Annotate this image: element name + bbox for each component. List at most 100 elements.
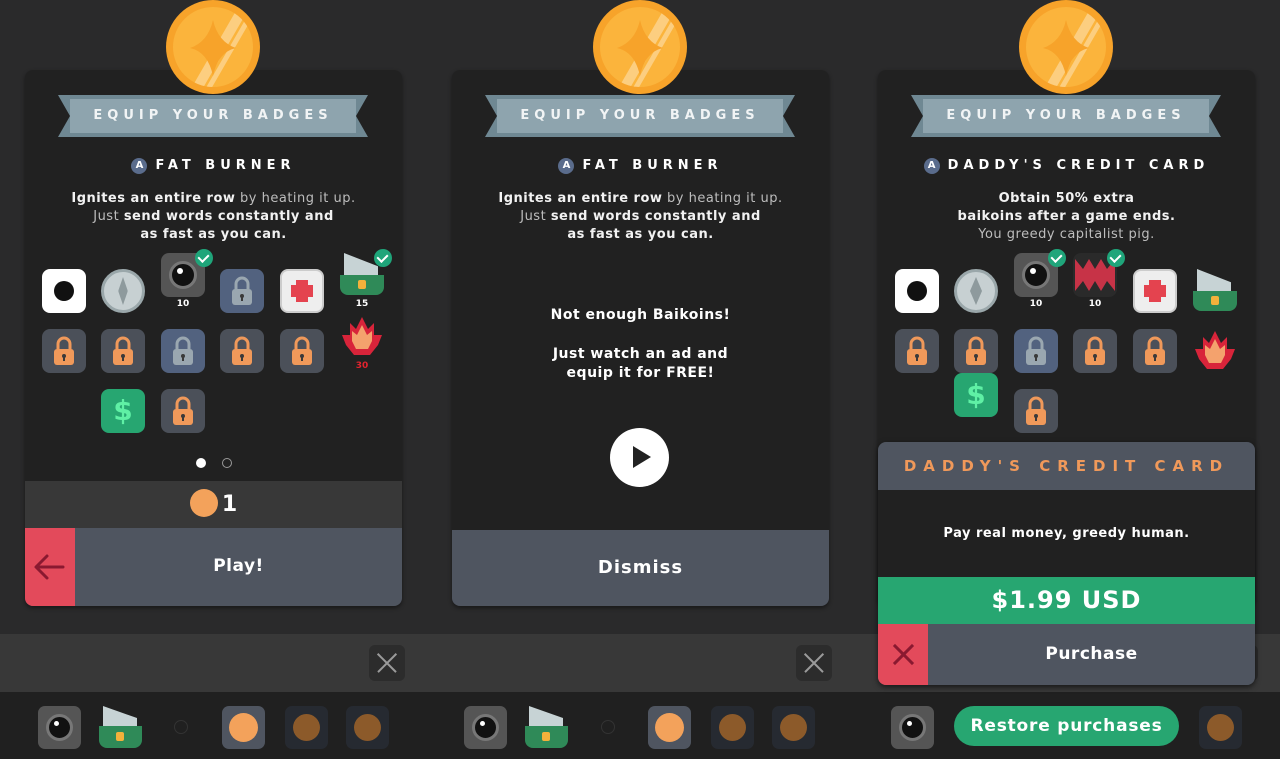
equipped-check-icon	[1048, 249, 1066, 267]
ribbon-title: EQUIP YOUR BADGES	[946, 108, 1186, 123]
lock-icon	[173, 336, 193, 365]
dollar-icon: $	[966, 378, 986, 411]
badge-fire[interactable]: 30	[340, 315, 384, 371]
badge-locked[interactable]	[42, 329, 86, 373]
badge-coin-emblem	[166, 0, 260, 94]
description-line: Just send words constantly and	[25, 208, 402, 226]
badge-coin-emblem	[1019, 0, 1113, 94]
purchase-actions: Purchase	[878, 624, 1255, 685]
restore-purchases-button[interactable]: Restore purchases	[954, 706, 1179, 746]
tray-empty-slot[interactable]	[601, 720, 615, 734]
description-segment: Obtain 50% extra	[998, 191, 1135, 206]
tray-coin[interactable]	[1199, 706, 1242, 749]
dismiss-button[interactable]: Dismiss	[452, 530, 829, 606]
badge-cost: 10	[176, 299, 190, 309]
tray-coin[interactable]	[346, 706, 389, 749]
tray-coin[interactable]	[285, 706, 328, 749]
tray-coin[interactable]	[772, 706, 815, 749]
badge-locked[interactable]	[220, 329, 264, 373]
badge-eye[interactable]: 10	[161, 249, 213, 309]
badge-dollar[interactable]: $	[954, 373, 998, 417]
badge-coin-emblem	[593, 0, 687, 94]
tray-shredder[interactable]	[99, 706, 142, 749]
badge-name: DADDY'S CREDIT CARD	[947, 158, 1210, 173]
description-line: baikoins after a game ends.	[878, 208, 1255, 226]
badge-shredder[interactable]	[1193, 269, 1237, 313]
ribbon-banner: EQUIP YOUR BADGES	[485, 95, 795, 137]
diamond-icon	[118, 277, 128, 305]
ribbon-banner: EQUIP YOUR BADGES	[911, 95, 1221, 137]
badge-locked[interactable]	[1014, 329, 1058, 373]
paper-icon	[344, 253, 378, 275]
tray-shredder[interactable]	[525, 706, 568, 749]
badge-diamond[interactable]	[101, 269, 145, 313]
ad-banner	[0, 634, 427, 692]
badge-locked[interactable]	[220, 269, 264, 313]
play-button[interactable]: Play!	[75, 528, 402, 606]
equipped-check-icon	[1107, 249, 1125, 267]
close-ad-button[interactable]	[369, 645, 405, 681]
coin-count: 1	[221, 492, 238, 517]
badge-dot[interactable]	[895, 269, 939, 313]
badge-medkit[interactable]	[280, 269, 324, 313]
watch-ad-message-2: equip it for FREE!	[566, 365, 715, 381]
badge-locked[interactable]	[954, 329, 998, 373]
badge-locked[interactable]	[895, 329, 939, 373]
lock-icon	[966, 336, 986, 365]
back-button[interactable]	[25, 528, 75, 606]
badge-dot[interactable]	[42, 269, 86, 313]
badge-locked[interactable]	[1133, 329, 1177, 373]
badge-dollar[interactable]: $	[101, 389, 145, 433]
lock-icon	[1026, 336, 1046, 365]
close-ad-button[interactable]	[796, 645, 832, 681]
tray-eye[interactable]	[464, 706, 507, 749]
badge-description: Obtain 50% extra baikoins after a game en…	[878, 190, 1255, 244]
badge-locked[interactable]	[1073, 329, 1117, 373]
description-segment: You greedy capitalist pig.	[978, 227, 1155, 242]
badge-cost: 30	[355, 361, 369, 371]
tray-coin[interactable]	[711, 706, 754, 749]
equipped-check-icon	[374, 249, 392, 267]
tray-coin-active[interactable]	[222, 706, 265, 749]
lock-icon	[232, 276, 252, 305]
badge-locked[interactable]	[161, 389, 205, 433]
diamond-icon	[970, 277, 982, 305]
badge-medkit[interactable]	[1133, 269, 1177, 313]
equipped-tray	[0, 692, 427, 759]
watch-ad-play-button[interactable]	[610, 428, 669, 487]
description-segment: Just	[93, 209, 124, 224]
badge-eye[interactable]: 10	[1014, 249, 1066, 309]
page-dot[interactable]	[221, 458, 232, 468]
badge-title: A DADDY'S CREDIT CARD	[878, 158, 1255, 174]
paper-icon	[1197, 269, 1231, 291]
tray-empty-slot[interactable]	[174, 720, 188, 734]
shredder-icon	[340, 275, 384, 295]
badge-panel: A FAT BURNER Ignites an entire row by hea…	[25, 70, 402, 606]
description-line: Just send words constantly and	[452, 208, 829, 226]
tray-eye[interactable]	[38, 706, 81, 749]
badge-locked[interactable]	[1014, 389, 1058, 433]
badge-title: A FAT BURNER	[452, 158, 829, 174]
badge-fire[interactable]	[1193, 329, 1237, 373]
ribbon-title: EQUIP YOUR BADGES	[93, 108, 333, 123]
screen-purchase: A DADDY'S CREDIT CARD Obtain 50% extra bai…	[853, 0, 1280, 759]
purchase-button[interactable]: Purchase	[928, 624, 1255, 685]
description-segment: baikoins after a game ends.	[957, 209, 1176, 224]
rank-badge-icon: A	[923, 158, 940, 174]
page-dot-active[interactable]	[195, 458, 206, 468]
badge-locked[interactable]	[161, 329, 205, 373]
badge-title: A FAT BURNER	[25, 158, 402, 174]
cancel-purchase-button[interactable]	[878, 624, 928, 685]
badge-shredder[interactable]: 15	[340, 249, 392, 309]
badge-locked[interactable]	[280, 329, 324, 373]
purchase-dialog: DADDY'S CREDIT CARD Pay real money, gree…	[878, 442, 1255, 685]
badge-diamond[interactable]	[954, 269, 998, 313]
tray-coin-active[interactable]	[648, 706, 691, 749]
price-label[interactable]: $1.99 USD	[878, 577, 1255, 624]
badge-locked[interactable]	[101, 329, 145, 373]
action-bar: Play!	[25, 528, 402, 606]
badge-monster[interactable]: 10	[1073, 249, 1125, 309]
tray-eye[interactable]	[891, 706, 934, 749]
badge-name: FAT BURNER	[582, 158, 723, 173]
page-indicator	[25, 453, 402, 472]
